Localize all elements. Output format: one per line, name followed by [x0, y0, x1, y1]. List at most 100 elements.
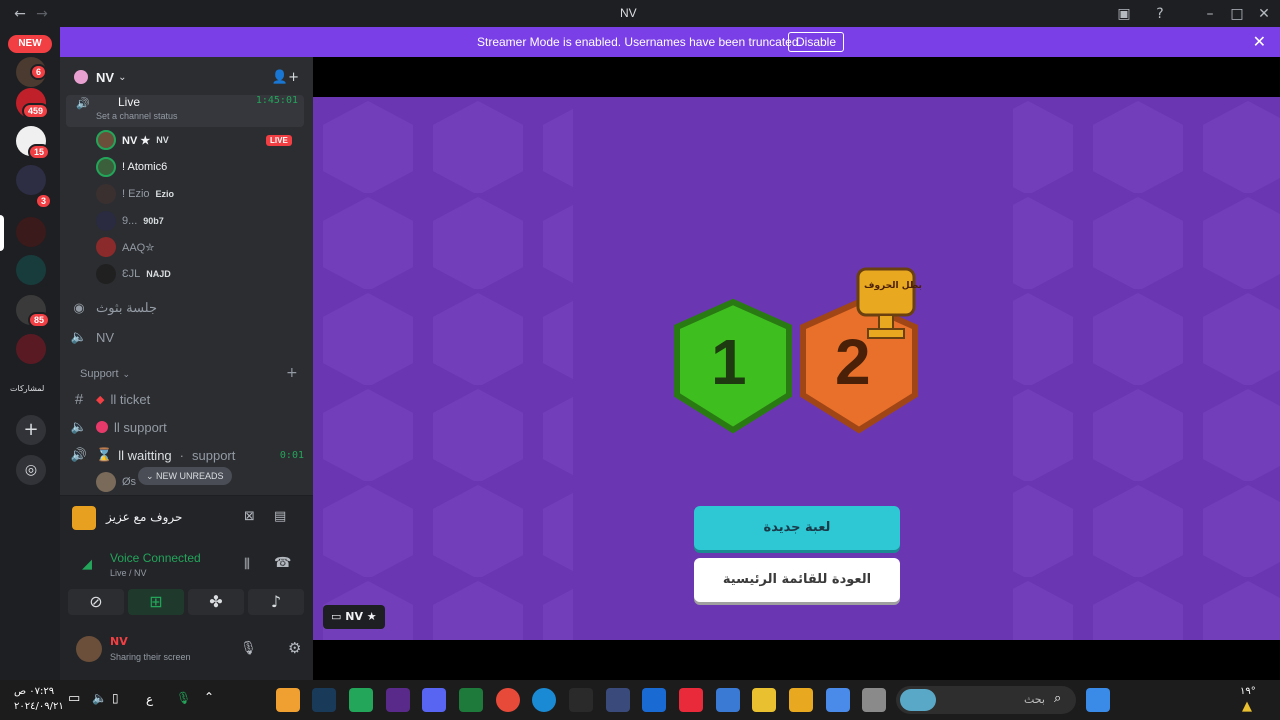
- streamer-mode-banner: Streamer Mode is enabled. Usernames have…: [60, 27, 1280, 57]
- steam-icon[interactable]: [312, 688, 336, 712]
- member-tag: NV: [156, 135, 169, 145]
- battery-icon[interactable]: ▭: [68, 691, 80, 706]
- minimize-icon[interactable]: –: [1200, 4, 1220, 24]
- guild-icon: [74, 70, 88, 84]
- avatar: [96, 184, 116, 204]
- mail-icon[interactable]: [716, 688, 740, 712]
- signal-icon[interactable]: ◢: [82, 557, 92, 572]
- channel-live[interactable]: 🔊 Live Set a channel status 1:45:01: [66, 95, 304, 127]
- window-title: NV: [620, 6, 637, 20]
- voice-member[interactable]: AAQ✮: [96, 235, 154, 259]
- server-text-label[interactable]: لمشاركات: [10, 384, 44, 393]
- stage-icon: ◉: [73, 300, 85, 315]
- network-icon[interactable]: ▯: [112, 691, 119, 705]
- back-arrow-icon[interactable]: ←: [10, 4, 30, 24]
- app-icon[interactable]: [386, 688, 410, 712]
- add-channel-icon[interactable]: +: [286, 365, 298, 381]
- voice-member[interactable]: ! Ezio Ezio: [96, 182, 174, 206]
- app-icon[interactable]: [276, 688, 300, 712]
- close-icon[interactable]: ✕: [1253, 32, 1266, 51]
- close-icon[interactable]: ✕: [1254, 4, 1274, 24]
- search-placeholder: بحث: [1024, 693, 1045, 706]
- weather-temp[interactable]: ١٩°: [1240, 686, 1256, 697]
- gear-icon[interactable]: ⚙: [288, 639, 301, 657]
- server-icon[interactable]: [16, 255, 46, 285]
- channel-name: جلسة بثوث: [96, 300, 158, 315]
- language-indicator[interactable]: ع: [146, 692, 153, 706]
- channel-name: NV: [96, 329, 115, 345]
- weather-icon[interactable]: ▲: [1242, 699, 1252, 714]
- game-screen[interactable]: 1 2 بطل الحروف لعبة جديدة العودة للقائمة…: [313, 97, 1280, 640]
- channel-status[interactable]: Set a channel status: [96, 111, 178, 121]
- noise-suppression-icon[interactable]: ⫼: [244, 557, 250, 572]
- new-unreads-pill[interactable]: ⌄ NEW UNREADS: [138, 467, 232, 485]
- app-icon[interactable]: [862, 688, 886, 712]
- invite-icon[interactable]: 👤+: [272, 70, 299, 85]
- discover-icon[interactable]: ◎: [16, 455, 46, 485]
- channel-waiting[interactable]: 🔊 ⌛ ll waitting · support 0:01: [68, 442, 304, 468]
- guild-header[interactable]: NV ⌄ 👤+: [60, 57, 313, 97]
- activities-icon: ✤: [209, 592, 223, 611]
- search-box[interactable]: بحث ⌕: [896, 686, 1076, 714]
- clock-time[interactable]: ٠٧:٢٩ ص: [14, 686, 54, 697]
- channel-ticket[interactable]: # ◆ ll ticket: [68, 386, 150, 412]
- chevron-up-icon[interactable]: ⌃: [204, 690, 214, 704]
- voice-member[interactable]: ƐJL NAJD: [96, 262, 171, 286]
- activity-icon: [72, 506, 96, 530]
- chrome-icon[interactable]: [496, 688, 520, 712]
- disable-button[interactable]: Disable: [788, 32, 844, 52]
- discord-icon[interactable]: [422, 688, 446, 712]
- voice-member[interactable]: Øs: [96, 470, 136, 494]
- disconnect-icon[interactable]: ☎: [274, 555, 291, 571]
- folder-icon[interactable]: [789, 688, 813, 712]
- user-name[interactable]: NV: [110, 635, 128, 648]
- windows-start-icon[interactable]: [1086, 688, 1110, 712]
- popout-icon[interactable]: ▤: [274, 509, 286, 524]
- activities-button[interactable]: ✤: [188, 589, 244, 615]
- voice-status[interactable]: Voice Connected: [110, 551, 201, 565]
- app-icon[interactable]: [349, 688, 373, 712]
- voice-member[interactable]: ! Atomic6: [96, 155, 167, 179]
- help-icon[interactable]: ?: [1150, 4, 1170, 24]
- close-activity-icon[interactable]: ⊠: [244, 509, 255, 524]
- mic-tray-icon[interactable]: 🎙: [176, 691, 191, 705]
- app-icon[interactable]: [606, 688, 630, 712]
- screen-share-button[interactable]: ⊞: [128, 589, 184, 615]
- voice-member[interactable]: NV ★ NV LIVE: [96, 128, 292, 152]
- camera-off-button[interactable]: ⊘: [68, 589, 124, 615]
- inbox-icon[interactable]: ▣: [1114, 4, 1134, 24]
- category-support[interactable]: Support ⌄: [68, 361, 130, 387]
- dropbox-icon[interactable]: [642, 688, 666, 712]
- avatar[interactable]: [76, 636, 102, 662]
- server-icon[interactable]: [16, 334, 46, 364]
- user-status: Sharing their screen: [110, 652, 191, 662]
- microphone-icon[interactable]: 🎙: [240, 641, 257, 656]
- camera-off-icon: ⊘: [89, 592, 103, 611]
- speaker-icon: 🔈: [70, 419, 88, 434]
- clock-date[interactable]: ٢٠٢٤/٠٩/٢١: [14, 701, 64, 712]
- server-icon[interactable]: [16, 165, 46, 195]
- channel-support[interactable]: 🔈 ll support: [68, 414, 167, 440]
- channel-nv[interactable]: 🔈 NV: [68, 324, 114, 350]
- edge-icon[interactable]: [532, 688, 556, 712]
- search-highlight-icon: [900, 689, 936, 711]
- server-icon[interactable]: [16, 217, 46, 247]
- new-game-button[interactable]: لعبة جديدة: [694, 506, 900, 550]
- copilot-icon[interactable]: [826, 688, 850, 712]
- voice-channel[interactable]: Live / NV: [110, 568, 147, 578]
- maximize-icon[interactable]: □: [1227, 4, 1247, 24]
- new-badge[interactable]: NEW: [8, 35, 52, 53]
- member-tag: 90b7: [143, 216, 164, 226]
- add-server-icon[interactable]: +: [16, 415, 46, 445]
- app-icon[interactable]: [679, 688, 703, 712]
- excel-icon[interactable]: [459, 688, 483, 712]
- voice-member[interactable]: 9... 90b7: [96, 209, 164, 233]
- channel-timer: 1:45:01: [255, 95, 298, 106]
- channel-stage[interactable]: ◉ جلسة بثوث: [68, 295, 157, 321]
- epic-games-icon[interactable]: [569, 688, 593, 712]
- soundboard-button[interactable]: ♪: [248, 589, 304, 615]
- main-menu-button[interactable]: العودة للقائمة الرئيسية: [694, 558, 900, 602]
- forward-arrow-icon[interactable]: →: [32, 4, 52, 24]
- store-icon[interactable]: [752, 688, 776, 712]
- volume-icon[interactable]: 🔈: [92, 691, 107, 705]
